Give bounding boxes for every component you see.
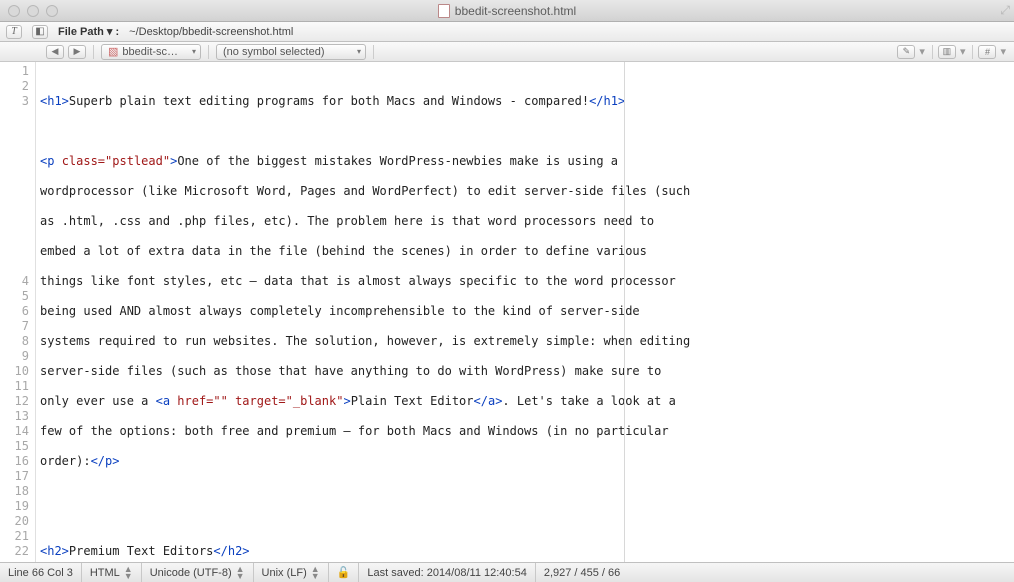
chevron-down-icon: ▾ <box>357 47 361 56</box>
symbol-popup[interactable]: (no symbol selected) ▾ <box>216 44 366 60</box>
line-endings-popup[interactable]: Unix (LF)▲▼ <box>254 563 329 582</box>
line-number: 16 <box>0 454 29 469</box>
line-number: 21 <box>0 529 29 544</box>
line-number: 4 <box>0 274 29 289</box>
line-number: 8 <box>0 334 29 349</box>
line-number: 17 <box>0 469 29 484</box>
line-number: 14 <box>0 424 29 439</box>
document-icon <box>438 4 450 18</box>
line-number <box>0 139 29 154</box>
line-number <box>0 184 29 199</box>
close-window-button[interactable] <box>8 5 20 17</box>
line-number <box>0 229 29 244</box>
line-number: 11 <box>0 379 29 394</box>
line-number <box>0 124 29 139</box>
navigation-bar: ◀ ▶ ▧ bbedit-sc… ▾ (no symbol selected) … <box>0 42 1014 62</box>
line-number: 3 <box>0 94 29 109</box>
file-path-label[interactable]: File Path ▾ : <box>58 25 119 38</box>
line-number: 13 <box>0 409 29 424</box>
tool-button-2[interactable]: ◧ <box>32 25 48 39</box>
window-title-text: bbedit-screenshot.html <box>455 4 576 18</box>
line-number: 2 <box>0 79 29 94</box>
traffic-lights <box>0 5 58 17</box>
resize-icon[interactable]: ⤢ <box>1000 3 1010 18</box>
line-number: 5 <box>0 289 29 304</box>
window-titlebar: bbedit-screenshot.html ⤢ <box>0 0 1014 22</box>
line-number: 10 <box>0 364 29 379</box>
file-popup-label: bbedit-sc… <box>122 46 188 58</box>
lock-icon: 🔓 <box>337 566 351 579</box>
minimize-window-button[interactable] <box>27 5 39 17</box>
line-number: 22 <box>0 544 29 559</box>
wrap-ruler <box>624 62 625 562</box>
status-bar: Line 66 Col 3 HTML▲▼ Unicode (UTF-8)▲▼ U… <box>0 562 1014 582</box>
line-number: 20 <box>0 514 29 529</box>
lock-status[interactable]: 🔓 <box>329 563 360 582</box>
hash-tool-button[interactable]: # <box>978 45 996 59</box>
line-number <box>0 154 29 169</box>
window-title: bbedit-screenshot.html <box>0 4 1014 18</box>
language-popup[interactable]: HTML▲▼ <box>82 563 142 582</box>
line-number: 15 <box>0 439 29 454</box>
line-number <box>0 244 29 259</box>
cursor-position: Line 66 Col 3 <box>0 563 82 582</box>
line-number: 18 <box>0 484 29 499</box>
encoding-popup[interactable]: Unicode (UTF-8)▲▼ <box>142 563 254 582</box>
line-number: 19 <box>0 499 29 514</box>
line-number <box>0 259 29 274</box>
editor-area: 123 45678910111213141516171819202122 <h1… <box>0 62 1014 562</box>
line-number <box>0 214 29 229</box>
chevron-down-icon: ▾ <box>192 47 196 56</box>
zoom-window-button[interactable] <box>46 5 58 17</box>
line-number: 7 <box>0 319 29 334</box>
last-saved: Last saved: 2014/08/11 12:40:54 <box>359 563 535 582</box>
toolbar: T ◧ File Path ▾ : ~/Desktop/bbedit-scree… <box>0 22 1014 42</box>
navbar-right-tools: ✎ ▾ ▥ ▾ # ▾ <box>897 45 1008 59</box>
line-number: 6 <box>0 304 29 319</box>
text-tool-button[interactable]: T <box>6 25 22 39</box>
line-number-gutter: 123 45678910111213141516171819202122 <box>0 62 36 562</box>
line-number <box>0 109 29 124</box>
file-path-value: ~/Desktop/bbedit-screenshot.html <box>129 26 293 38</box>
nav-back-button[interactable]: ◀ <box>46 45 64 59</box>
line-number: 9 <box>0 349 29 364</box>
marker-tool-button[interactable]: ✎ <box>897 45 915 59</box>
code-editor[interactable]: <h1>Superb plain text editing programs f… <box>36 62 1014 562</box>
document-icon: ▧ <box>108 45 118 58</box>
nav-forward-button[interactable]: ▶ <box>68 45 86 59</box>
line-number <box>0 169 29 184</box>
file-popup[interactable]: ▧ bbedit-sc… ▾ <box>101 44 201 60</box>
symbol-popup-label: (no symbol selected) <box>223 46 353 58</box>
line-number: 12 <box>0 394 29 409</box>
line-number <box>0 199 29 214</box>
counterpart-tool-button[interactable]: ▥ <box>938 45 956 59</box>
document-stats: 2,927 / 455 / 66 <box>536 563 1014 582</box>
line-number: 1 <box>0 64 29 79</box>
